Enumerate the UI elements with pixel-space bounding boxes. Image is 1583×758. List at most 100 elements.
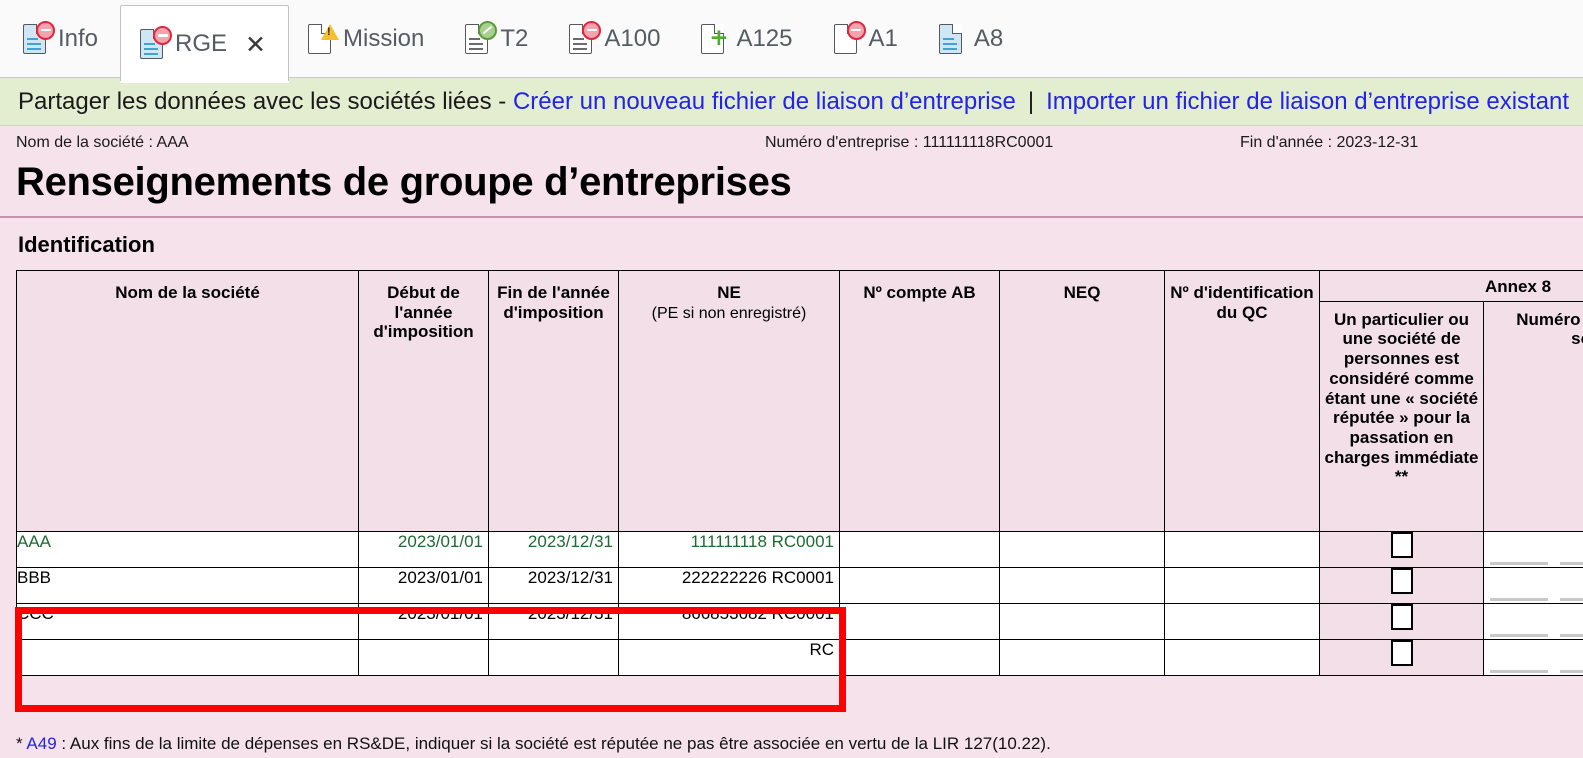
table-row[interactable]: AAA 2023/01/01 2023/12/31 111111118 RC00… <box>16 530 1583 568</box>
cell-ne[interactable]: RC <box>618 638 840 676</box>
checkbox[interactable] <box>1390 603 1413 630</box>
cell-qc-id[interactable] <box>1164 566 1320 604</box>
cell-tax-year-end[interactable]: 2023/12/31 <box>488 530 619 568</box>
cell-neq[interactable] <box>999 602 1165 640</box>
sin-segmented-field[interactable] <box>1484 640 1583 675</box>
tab-mission[interactable]: Mission <box>289 0 446 77</box>
table-row[interactable]: CCC 2023/01/01 2023/12/31 866853682 RC00… <box>16 602 1583 640</box>
tab-label: A100 <box>604 24 661 52</box>
cell-deemed-checkbox[interactable] <box>1319 602 1484 640</box>
cell-ne[interactable]: 866853682 RC0001 <box>618 602 840 640</box>
th-ne-main: NE <box>717 283 741 302</box>
company-name-label: Nom de la société : AAA <box>16 134 189 151</box>
cell-neq[interactable] <box>999 638 1165 676</box>
document-minus-icon <box>568 20 602 56</box>
footnote-text: : Aux fins de la limite de dépenses en R… <box>61 734 1051 753</box>
cell-company-name[interactable]: CCC <box>16 602 359 640</box>
tab-label: A125 <box>736 24 793 52</box>
cell-tax-year-start[interactable]: 2023/01/01 <box>358 530 489 568</box>
document-minus-icon <box>22 20 55 56</box>
cell-tax-year-end[interactable]: 2023/12/31 <box>488 602 619 640</box>
cell-ne[interactable]: 111111118 RC0001 <box>618 530 840 568</box>
tab-label: T2 <box>500 24 529 52</box>
th-annex-group: Annex 8 <box>1318 270 1583 302</box>
th-deemed-corporation: Un particulier ou une société de personn… <box>1319 300 1484 532</box>
checkbox[interactable] <box>1390 531 1413 558</box>
th-company-name: Nom de la société <box>16 270 359 532</box>
tab-t2[interactable]: T2 <box>446 0 550 77</box>
cell-company-name[interactable]: BBB <box>16 566 359 604</box>
create-business-link-file-link[interactable]: Créer un nouveau fichier de liaison d’en… <box>513 88 1016 116</box>
section-title-identification: Identification <box>18 232 155 257</box>
sin-segmented-field[interactable] <box>1484 568 1583 603</box>
cell-qc-id[interactable] <box>1164 530 1320 568</box>
th-social-insurance-number: Numéro d'assurance sociale <box>1482 300 1583 532</box>
tab-info[interactable]: Info <box>4 0 120 77</box>
document-warning-icon <box>307 22 337 56</box>
cell-deemed-checkbox[interactable] <box>1319 566 1484 604</box>
identification-table: Nom de la société Début de l'année d'imp… <box>16 270 1583 676</box>
share-data-bar: Partager les données avec les sociétés l… <box>0 78 1583 126</box>
tab-a100[interactable]: A100 <box>550 0 682 77</box>
document-minus-icon <box>139 26 173 61</box>
tab-rge[interactable]: RGE ✕ <box>120 5 289 83</box>
cell-neq[interactable] <box>999 566 1165 604</box>
tab-a125[interactable]: A125 <box>682 0 814 77</box>
tab-a1[interactable]: A1 <box>815 0 920 77</box>
th-qc-id: Nº d'identification du QC <box>1164 270 1320 532</box>
import-business-link-file-link[interactable]: Importer un fichier de liaison d’entrepr… <box>1046 88 1569 116</box>
cell-company-name[interactable] <box>16 638 359 676</box>
document-icon <box>938 22 968 56</box>
cell-account-ab[interactable] <box>839 602 1000 640</box>
footnote-star: * <box>16 734 23 753</box>
cell-company-name[interactable]: AAA <box>16 530 359 568</box>
cell-sin[interactable] <box>1482 638 1583 676</box>
cell-qc-id[interactable] <box>1164 638 1320 676</box>
th-account-ab: Nº compte AB <box>839 270 1000 532</box>
th-ne: NE (PE si non enregistré) <box>618 270 840 532</box>
sin-segmented-field[interactable] <box>1484 532 1583 567</box>
cell-deemed-checkbox[interactable] <box>1319 638 1484 676</box>
th-tax-year-start: Début de l'année d'imposition <box>358 270 489 532</box>
table-row[interactable]: RC <box>16 638 1583 676</box>
cell-ne[interactable]: 222222226 RC0001 <box>618 566 840 604</box>
th-tax-year-end: Fin de l'année d'imposition <box>488 270 619 532</box>
sin-segmented-field[interactable] <box>1484 604 1583 639</box>
cell-tax-year-start[interactable] <box>358 638 489 676</box>
document-minus-icon <box>833 20 866 56</box>
cell-deemed-checkbox[interactable] <box>1319 530 1484 568</box>
th-ne-sub: (PE si non enregistré) <box>651 304 807 322</box>
cell-qc-id[interactable] <box>1164 602 1320 640</box>
cell-account-ab[interactable] <box>839 566 1000 604</box>
th-neq: NEQ <box>999 270 1165 532</box>
tab-label: Mission <box>343 24 425 52</box>
cell-sin[interactable] <box>1482 602 1583 640</box>
cell-sin[interactable] <box>1482 566 1583 604</box>
form-meta-row: Nom de la société : AAA Numéro d'entrepr… <box>0 126 1583 162</box>
cell-neq[interactable] <box>999 530 1165 568</box>
close-icon[interactable]: ✕ <box>245 32 266 57</box>
cell-sin[interactable] <box>1482 530 1583 568</box>
identification-table-wrap: Nom de la société Début de l'année d'imp… <box>0 270 1583 676</box>
page-title: Renseignements de groupe d’entreprises <box>16 160 792 204</box>
link-separator: | <box>1027 87 1035 115</box>
footnote-ref-link[interactable]: A49 <box>26 734 56 753</box>
business-number-label: Numéro d'entreprise : 111111118RC0001 <box>765 134 1054 151</box>
table-header-group-row: Nom de la société Début de l'année d'imp… <box>16 270 1583 532</box>
cell-account-ab[interactable] <box>839 638 1000 676</box>
tab-label: Info <box>58 24 99 52</box>
table-row[interactable]: BBB 2023/01/01 2023/12/31 222222226 RC00… <box>16 566 1583 604</box>
cell-tax-year-end[interactable] <box>488 638 619 676</box>
cell-tax-year-start[interactable]: 2023/01/01 <box>358 602 489 640</box>
form-area: Nom de la société : AAA Numéro d'entrepr… <box>0 126 1583 758</box>
cell-account-ab[interactable] <box>839 530 1000 568</box>
cell-tax-year-end[interactable]: 2023/12/31 <box>488 566 619 604</box>
share-prefix-label: Partager les données avec les sociétés l… <box>18 87 507 115</box>
checkbox[interactable] <box>1390 567 1413 594</box>
year-end-label: Fin d'année : 2023-12-31 <box>1240 134 1419 151</box>
tab-bar: Info RGE ✕ Mission T2 A100 <box>0 0 1583 83</box>
cell-tax-year-start[interactable]: 2023/01/01 <box>358 566 489 604</box>
table-body: AAA 2023/01/01 2023/12/31 111111118 RC00… <box>16 530 1583 676</box>
checkbox[interactable] <box>1390 639 1413 666</box>
tab-a8[interactable]: A8 <box>920 0 1025 77</box>
